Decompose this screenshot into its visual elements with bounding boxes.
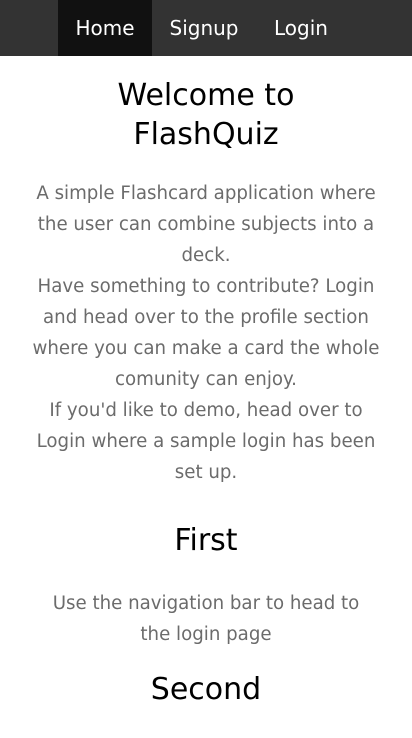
section-first-text: Use the navigation bar to head to the lo…: [52, 593, 360, 645]
section-second-title: Second: [150, 672, 262, 707]
section-first-title: First: [174, 523, 238, 558]
intro-text: A simple Flashcard application where the…: [28, 178, 384, 488]
top-navbar: Home Signup Login: [0, 0, 412, 56]
main-content: Welcome to FlashQuiz A simple Flashcard …: [0, 76, 412, 710]
intro-paragraph-description: A simple Flashcard application where the…: [36, 183, 376, 266]
intro-paragraph-contribute: Have something to contribute? Login and …: [32, 276, 380, 390]
nav-signup-link[interactable]: Signup: [152, 0, 256, 56]
intro-paragraph-demo: If you'd like to demo, head over to Logi…: [36, 400, 376, 483]
page-title: Welcome to FlashQuiz: [117, 78, 295, 152]
nav-home-link[interactable]: Home: [58, 0, 152, 56]
nav-login-link[interactable]: Login: [256, 0, 346, 56]
page: Home Signup Login Welcome to FlashQuiz A…: [0, 0, 412, 738]
